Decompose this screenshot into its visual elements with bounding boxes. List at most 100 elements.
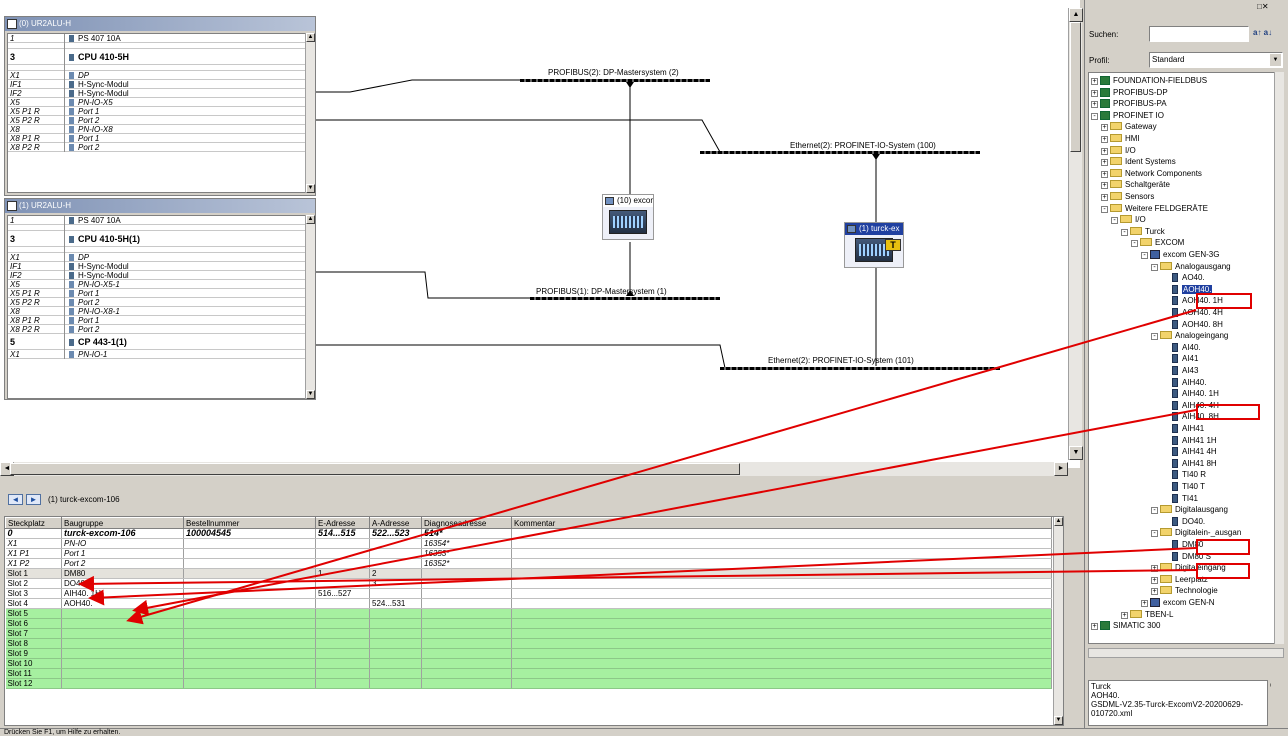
scroll-right-icon[interactable]: ► [1054,462,1068,476]
collapse-icon[interactable]: - [1101,205,1108,213]
table-row[interactable]: Slot 9 [5,648,1052,659]
tree-node[interactable]: + HMI [1101,133,1140,144]
expand-icon[interactable]: + [1151,588,1158,596]
tree-node[interactable]: AIH41 4H [1161,446,1217,457]
tree-node[interactable]: AI40. [1161,342,1201,353]
rack-row[interactable]: X5 PN-IO-X5 [8,98,306,107]
tree-node[interactable]: AIH41 8H [1161,458,1217,469]
tree-node[interactable]: AI41 [1161,353,1198,364]
tree-node[interactable]: - Weitere FELDGERÄTE [1101,203,1208,214]
rack-row[interactable]: 3 CPU 410-5H(1) [8,231,306,247]
scroll-up-icon[interactable]: ▲ [306,33,315,42]
search-buttons-icon[interactable]: a↑ a↓ [1253,28,1272,37]
ethernet-101-line[interactable] [720,367,1000,370]
tree-node[interactable]: + Technologie [1151,585,1218,596]
tree-node[interactable]: + excom GEN-N [1141,597,1215,608]
tree-node[interactable]: + Sensors [1101,191,1154,202]
tree-node[interactable]: + PROFIBUS-PA [1091,98,1167,109]
tree-node[interactable]: + Gateway [1101,121,1157,132]
expand-icon[interactable]: + [1101,194,1108,201]
turck-device-node[interactable]: (1) turck-ex T [844,222,904,268]
expand-icon[interactable]: + [1141,600,1148,607]
scroll-up-icon[interactable]: ▲ [1069,8,1083,22]
rack-row[interactable]: 3 CPU 410-5H [8,49,306,65]
panel-close-icon[interactable]: □✕ [1257,2,1269,11]
tree-node[interactable]: TI40 R [1161,469,1206,480]
station-0-window[interactable]: (0) UR2ALU-H 1 PS 407 10A 3 CPU 410-5H X1 DP I… [4,16,316,196]
column-header[interactable]: Kommentar [511,517,1052,529]
tree-node[interactable]: - PROFINET IO [1091,110,1164,121]
rack-row[interactable]: X1 DP [8,253,306,262]
collapse-icon[interactable]: - [1151,333,1158,341]
help-icon[interactable]: ⁱ [1270,682,1271,691]
ethernet-100-line[interactable] [700,151,980,154]
rack-row[interactable]: X5 P1 R Port 1 [8,107,306,116]
tree-horizontal-scrollbar[interactable] [1088,648,1284,658]
rack-row[interactable]: 1 PS 407 10A [8,216,306,225]
tree-node[interactable]: AO40. [1161,272,1205,283]
column-header[interactable]: Baugruppe [61,517,184,529]
expand-icon[interactable]: + [1091,89,1098,97]
tree-node[interactable]: AIH41 [1161,423,1204,434]
table-row[interactable]: Slot 11 [5,668,1052,679]
rack-row[interactable]: 5 CP 443-1(1) [8,334,306,350]
excom-device-node[interactable]: (10) excom [602,194,654,240]
collapse-icon[interactable]: - [1141,252,1148,259]
canvas-vertical-scrollbar[interactable]: ▲ ▼ [1068,8,1083,460]
scroll-down-icon[interactable]: ▼ [1069,446,1083,460]
rack-row[interactable]: X8 P2 R Port 2 [8,143,306,152]
rack-row[interactable]: X5 PN-IO-X5-1 [8,280,306,289]
scroll-thumb[interactable] [10,463,740,475]
tree-node[interactable]: - Analogeingang [1151,330,1228,341]
scroll-thumb[interactable] [1070,22,1081,152]
back-arrow-icon[interactable]: ◄ [8,494,23,505]
table-row[interactable]: 0 turck-excom-106 100004545 514...515 522...… [5,528,1052,539]
tree-node[interactable]: + PROFIBUS-DP [1091,87,1168,98]
rack-row[interactable]: X8 PN-IO-X8 [8,125,306,134]
rack-row[interactable]: X5 P2 R Port 2 [8,116,306,125]
search-input[interactable] [1149,26,1249,42]
catalog-tree[interactable]: + FOUNDATION-FIELDBUS + PROFIBUS-DP + PROFIBU… [1088,72,1284,644]
tree-node[interactable]: + Ident Systems [1101,156,1176,167]
expand-icon[interactable]: + [1151,576,1158,584]
column-header[interactable]: E-Adresse [315,517,370,529]
station-1-window[interactable]: (1) UR2ALU-H 1 PS 407 10A 3 CPU 410-5H(1) X1… [4,198,316,400]
tree-node[interactable]: TI41 [1161,493,1198,504]
detail-table[interactable]: Steckplatz Baugruppe Bestellnummer E-Adress… [4,516,1064,726]
scroll-down-icon[interactable]: ▼ [1054,716,1063,725]
tree-node[interactable]: - excom GEN-3G [1141,249,1219,260]
table-row[interactable]: X1 PN-IO 16354* [5,538,1052,549]
column-header[interactable]: A-Adresse [369,517,422,529]
station-0-scrollbar[interactable]: ▲ ▼ [305,33,315,193]
table-row[interactable]: Slot 7 [5,628,1052,639]
tree-scrollbar[interactable] [1274,72,1284,644]
collapse-icon[interactable]: - [1151,263,1158,271]
collapse-icon[interactable]: - [1121,228,1128,236]
rack-row[interactable]: IF1 H-Sync-Modul [8,80,306,89]
collapse-icon[interactable]: - [1111,217,1118,225]
tree-node[interactable]: - Turck [1121,226,1165,237]
table-row[interactable]: X1 P1 Port 1 16353* [5,548,1052,559]
column-header[interactable]: Diagnoseadresse [421,517,512,529]
scroll-up-icon[interactable]: ▲ [1054,517,1063,526]
scroll-down-icon[interactable]: ▼ [306,184,315,193]
profibus-2-line[interactable] [520,79,710,82]
expand-icon[interactable]: + [1101,182,1108,190]
collapse-icon[interactable]: - [1151,530,1158,538]
tree-node[interactable]: - Digitalausgang [1151,504,1228,515]
rack-row[interactable]: X8 P1 R Port 1 [8,316,306,325]
expand-icon[interactable]: + [1101,136,1108,143]
collapse-icon[interactable]: - [1091,112,1098,120]
expand-icon[interactable]: + [1101,159,1108,167]
station-1-scrollbar[interactable]: ▲ ▼ [305,215,315,399]
expand-icon[interactable]: + [1101,147,1108,155]
tree-node[interactable]: + Network Components [1101,168,1202,179]
tree-node[interactable]: AOH40. 8H [1161,319,1223,330]
tree-node[interactable]: TI40 T [1161,481,1205,492]
table-row[interactable]: Slot 10 [5,658,1052,669]
rack-row[interactable]: X5 P2 R Port 2 [8,298,306,307]
profile-select[interactable]: Standard ▼ [1149,52,1283,68]
tree-node[interactable]: AIH41 1H [1161,435,1217,446]
rack-row[interactable]: IF1 H-Sync-Modul [8,262,306,271]
expand-icon[interactable]: + [1101,170,1108,178]
